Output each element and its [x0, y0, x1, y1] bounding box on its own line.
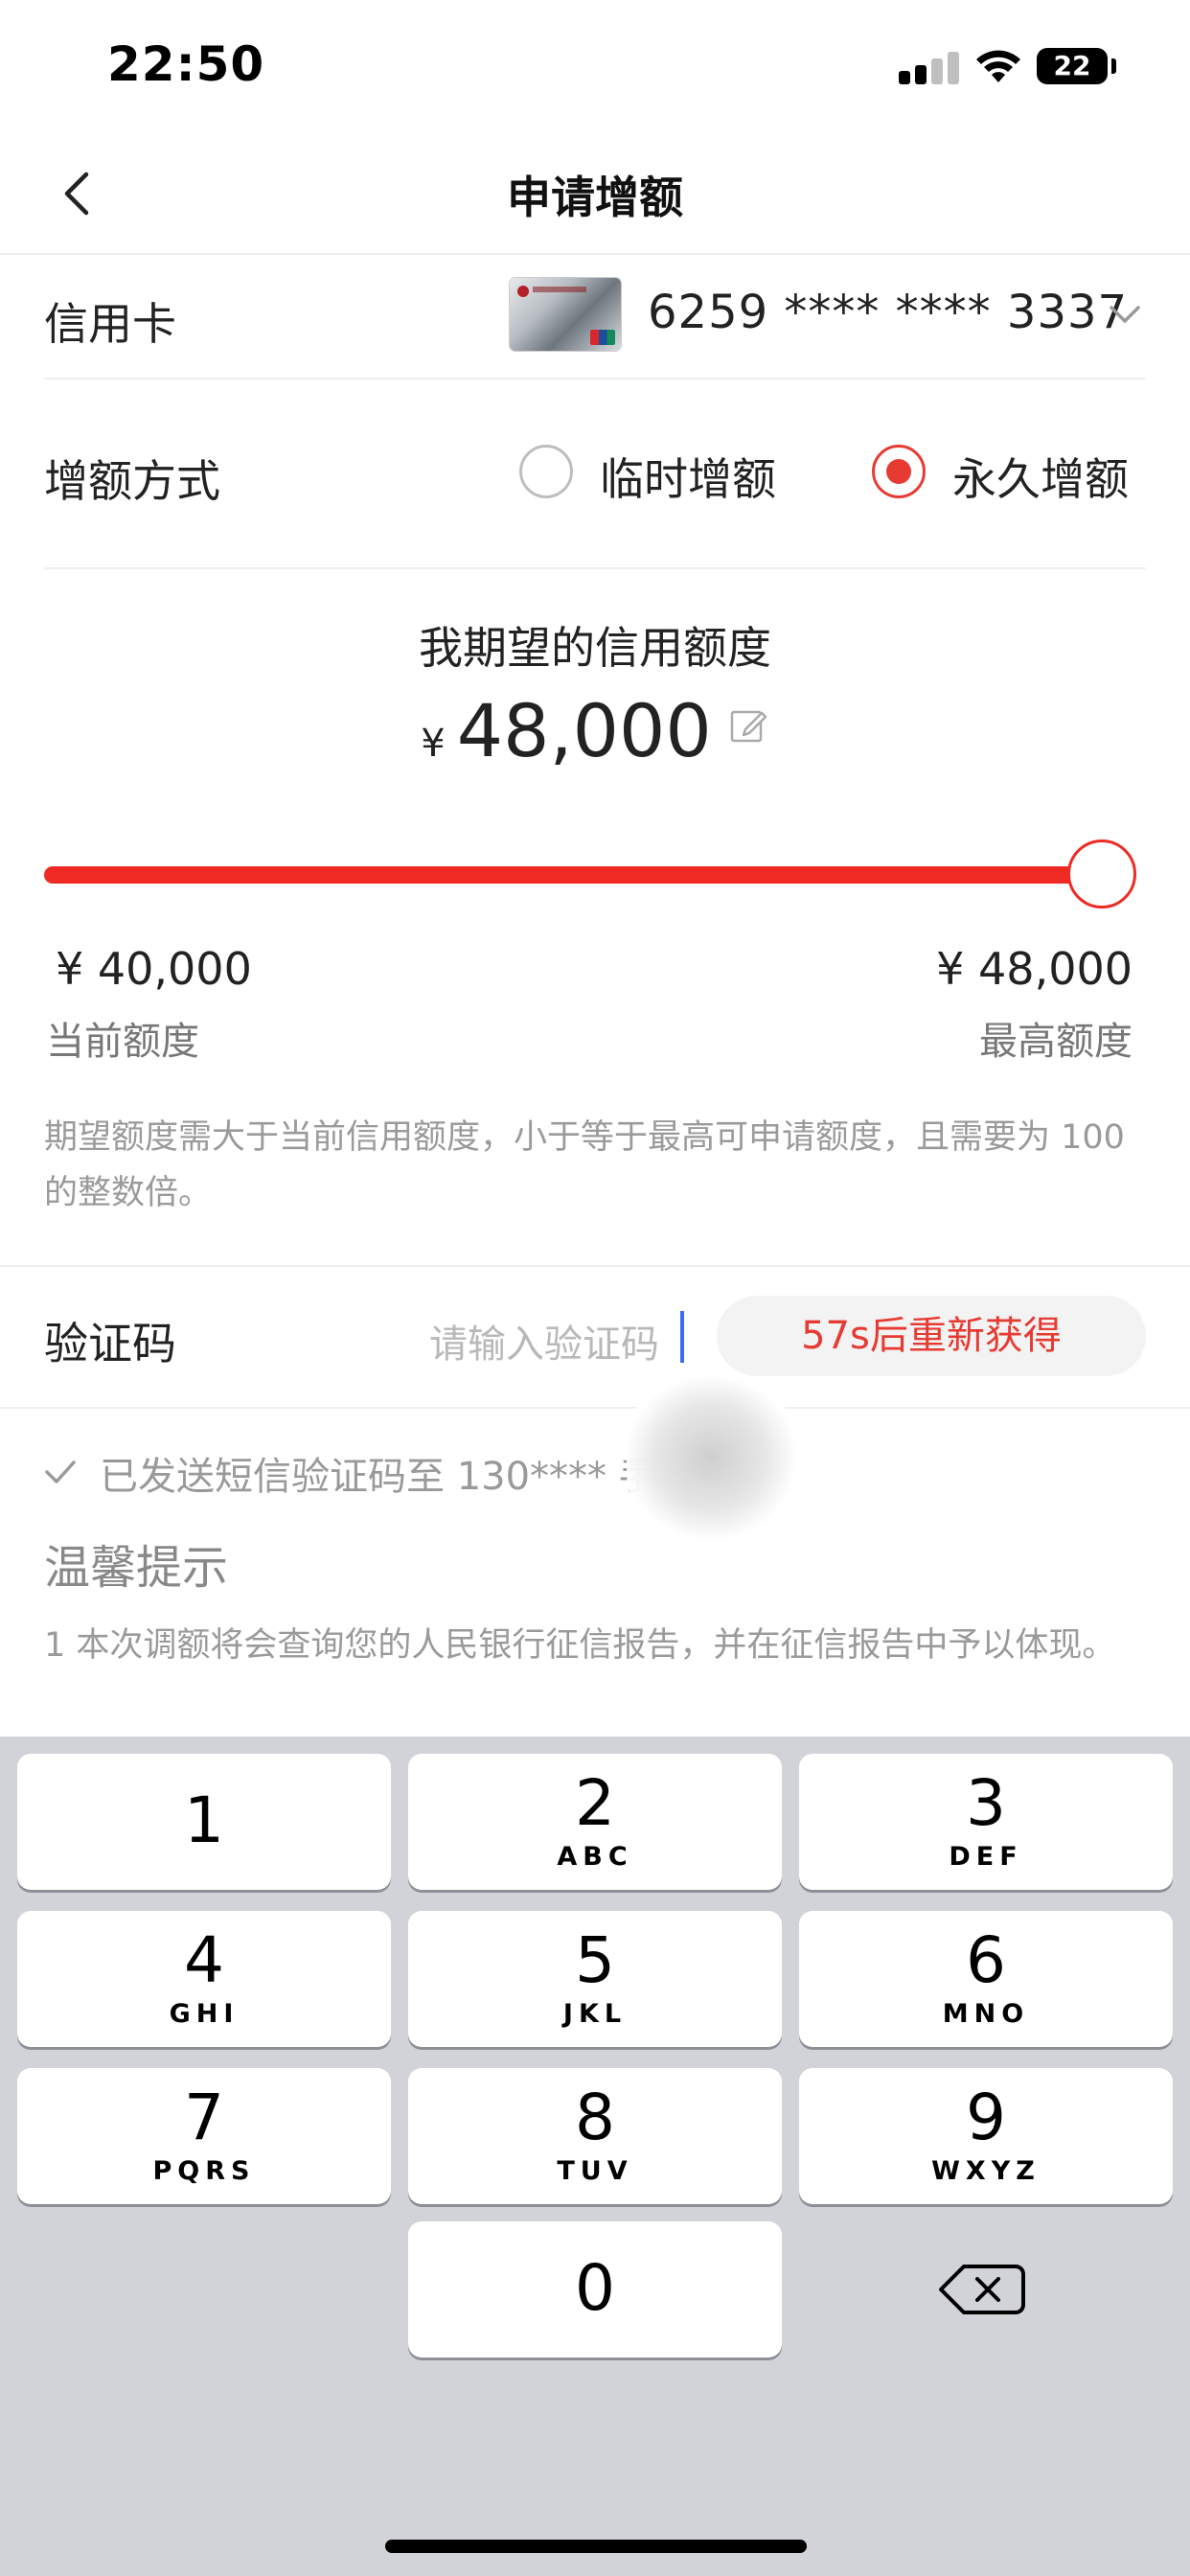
key-letters: WXYZ [931, 2156, 1041, 2186]
signal-icon [899, 50, 962, 84]
numeric-keyboard: 1 2 ABC 3 DEF 4 GHI 5 JKL 6 MNO 7 PQRS 8… [0, 1736, 1190, 2576]
page-title: 申请增额 [507, 172, 683, 223]
card-image [510, 278, 621, 351]
amount-value: 48,000 [456, 688, 712, 773]
card-selector[interactable]: 信用卡 6259 **** **** 3337 [0, 257, 1190, 378]
home-indicator [385, 2540, 807, 2553]
card-number: 6259 **** **** 3337 [648, 286, 1129, 339]
key-digit: 5 [575, 1923, 615, 1997]
key-9[interactable]: 9 WXYZ [799, 2068, 1173, 2204]
unionpay-logo [590, 330, 615, 345]
max-limit-label: 最高额度 [979, 1020, 1133, 1064]
edit-icon[interactable] [729, 705, 769, 746]
method-label: 增额方式 [44, 455, 220, 507]
card-label: 信用卡 [44, 298, 176, 350]
max-limit-value: ¥ 48,000 [936, 943, 1133, 995]
currency-symbol: ¥ [421, 722, 446, 766]
battery-tip [1111, 58, 1116, 74]
key-letters: DEF [949, 1842, 1023, 1872]
delete-icon[interactable] [799, 2221, 1173, 2358]
check-icon [45, 1460, 76, 1484]
current-limit-value: ¥ 40,000 [56, 943, 252, 995]
verify-code-label: 验证码 [44, 1318, 176, 1369]
sms-sent-text: 已发送短信验证码至 130**** 手机 [100, 1455, 696, 1499]
divider [44, 567, 1146, 569]
key-8[interactable]: 8 TUV [408, 2068, 782, 2204]
key-1[interactable]: 1 [17, 1754, 391, 1890]
radio-permanent[interactable] [872, 445, 926, 498]
limit-hint: 期望额度需大于当前信用额度，小于等于最高可申请额度，且需要为 100 的整数倍。 [44, 1118, 1125, 1212]
key-4[interactable]: 4 GHI [17, 1911, 391, 2047]
key-digit: 8 [575, 2081, 615, 2154]
key-letters: MNO [942, 1999, 1030, 2029]
key-6[interactable]: 6 MNO [799, 1911, 1173, 2047]
key-2[interactable]: 2 ABC [408, 1754, 782, 1890]
status-bar: 22:50 22 [0, 0, 1190, 134]
increase-method-row: 增额方式 临时增额 永久增额 [0, 412, 1190, 537]
key-letters: PQRS [152, 2156, 256, 2186]
bank-logo [517, 286, 529, 297]
key-digit: 2 [575, 1766, 615, 1840]
tips-title: 温馨提示 [44, 1541, 229, 1595]
verify-code-row: 验证码 请输入验证码 57s后重新获得 [0, 1267, 1190, 1407]
key-digit: 0 [575, 2251, 615, 2325]
key-3[interactable]: 3 DEF [799, 1754, 1173, 1890]
tips-body: 1 本次调额将会查询您的人民银行征信报告，并在征信报告中予以体现。 [44, 1626, 1116, 1665]
battery-icon: 22 [1037, 48, 1108, 84]
limit-slider-track[interactable] [44, 866, 1102, 884]
key-letters: GHI [169, 1999, 240, 2029]
chevron-down-icon[interactable] [1104, 293, 1146, 335]
key-digit: 4 [184, 1923, 224, 1997]
radio-temporary-label[interactable]: 临时增额 [600, 445, 776, 508]
current-limit-label: 当前额度 [46, 1020, 199, 1064]
key-letters: JKL [562, 1999, 628, 2029]
divider [0, 1407, 1190, 1409]
resend-code-button[interactable]: 57s后重新获得 [717, 1296, 1146, 1376]
verify-code-input[interactable]: 请输入验证码 [429, 1313, 659, 1368]
wifi-icon [976, 50, 1020, 82]
expected-limit-title: 我期望的信用额度 [419, 622, 771, 674]
radio-temporary[interactable] [519, 445, 573, 498]
text-caret [680, 1311, 684, 1363]
key-5[interactable]: 5 JKL [408, 1911, 782, 2047]
key-7[interactable]: 7 PQRS [17, 2068, 391, 2204]
key-digit: 3 [966, 1766, 1006, 1840]
expected-amount: ¥48,000 [0, 688, 1190, 773]
key-digit: 6 [966, 1923, 1006, 1997]
nav-bar: 申请增额 [0, 134, 1190, 255]
limit-slider-thumb[interactable] [1067, 840, 1136, 908]
key-letters: TUV [557, 2156, 633, 2186]
divider [44, 378, 1146, 380]
key-0[interactable]: 0 [408, 2221, 782, 2358]
radio-permanent-label[interactable]: 永久增额 [952, 445, 1129, 508]
privacy-blur [627, 1376, 795, 1539]
bank-name-mark [533, 287, 586, 292]
key-letters: ABC [557, 1842, 633, 1872]
status-time: 22:50 [107, 36, 265, 92]
key-digit: 7 [184, 2081, 224, 2154]
key-digit: 9 [966, 2081, 1006, 2154]
key-digit: 1 [184, 1783, 224, 1857]
